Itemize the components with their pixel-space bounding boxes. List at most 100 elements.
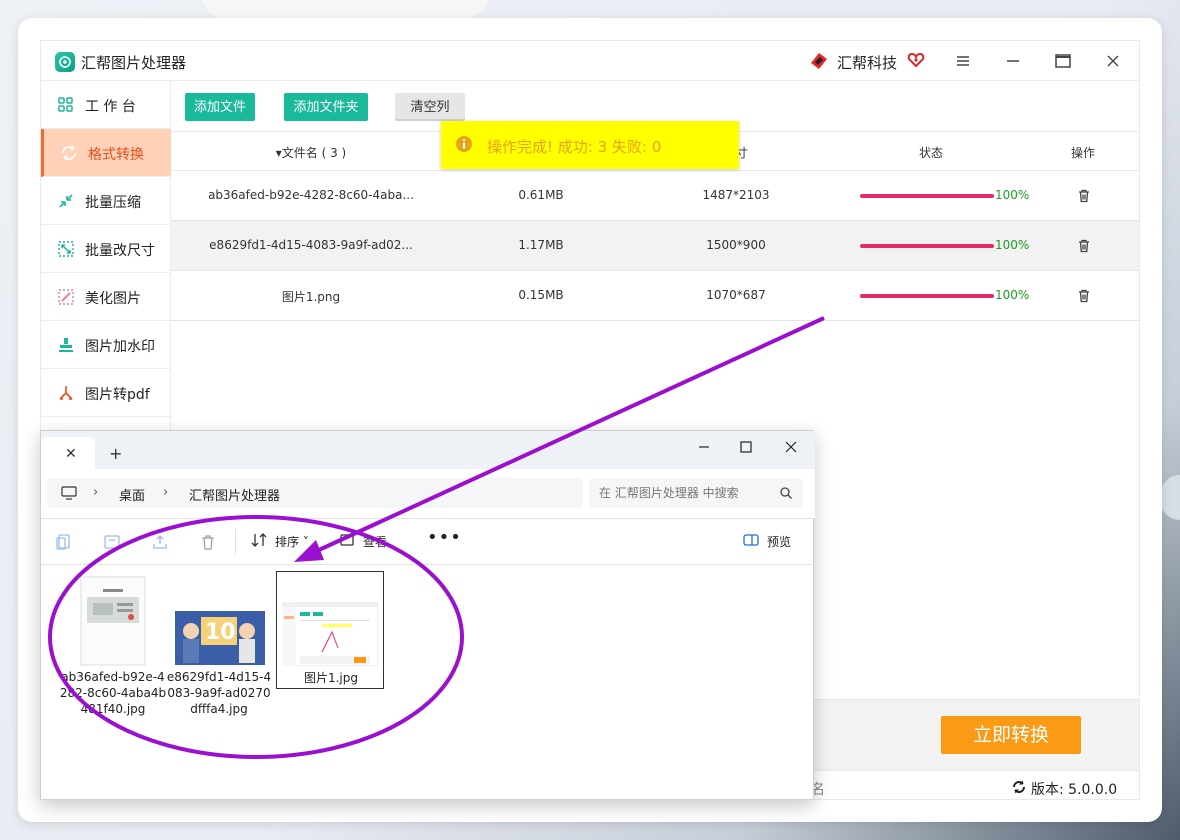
file-size-cell: 1.17MB	[518, 238, 564, 252]
resize-icon	[58, 241, 74, 257]
address-box[interactable]: › 桌面 › 汇帮图片处理器	[47, 478, 583, 508]
sidebar-item-label: 批量改尺寸	[85, 243, 155, 259]
file-size-cell: 0.15MB	[518, 288, 564, 302]
convert-icon	[62, 145, 76, 161]
file-thumbnail	[282, 602, 378, 666]
explorer-toolbar: 排序 ˅ 查看 ••• 预览	[41, 519, 815, 565]
search-icon	[780, 487, 792, 499]
preview-button[interactable]: 预览	[743, 533, 792, 550]
refresh-icon[interactable]	[1011, 779, 1027, 795]
progress-percent: 100%	[995, 238, 1030, 252]
computer-icon	[61, 486, 77, 500]
version-text: 版本: 5.0.0.0	[1031, 782, 1118, 798]
sort-label: 排序	[275, 535, 300, 549]
delete-icon[interactable]	[199, 533, 217, 551]
chevron-right-icon: ›	[93, 485, 99, 500]
progress-percent: 100%	[995, 288, 1030, 302]
rename-icon[interactable]	[103, 533, 121, 551]
sidebar-item-label: 美化图片	[85, 291, 141, 307]
progress-percent: 100%	[995, 188, 1030, 202]
file-name: e8629fd1-4d15-4083-9a9f-ad0270dfffa4.jpg	[166, 670, 272, 716]
heart-icon[interactable]	[907, 51, 925, 73]
view-label: 查看	[363, 535, 388, 549]
file-name: 图片1.jpg	[303, 671, 359, 685]
file-item-selected[interactable]: 图片1.jpg	[276, 571, 384, 689]
progress-bar	[860, 244, 994, 248]
app-logo-icon	[55, 52, 75, 72]
more-options-button[interactable]: •••	[427, 527, 462, 548]
beautify-icon	[58, 289, 74, 305]
brand-logo-icon	[807, 49, 831, 77]
file-thumbnail	[80, 576, 146, 666]
breadcrumb-folder[interactable]: 汇帮图片处理器	[189, 485, 280, 504]
file-name-cell: 图片1.png	[281, 290, 341, 304]
progress-bar	[860, 294, 994, 298]
background-shape	[1160, 475, 1180, 520]
file-explorer-window: ✕ + › 桌面 › 汇帮图片处理器 排序 ˅ 查看	[40, 430, 815, 801]
header-file-name[interactable]: ▾文件名 ( 3 )	[231, 144, 391, 161]
background-shape	[200, 0, 490, 20]
sidebar-item-to-pdf[interactable]: 图片转pdf	[41, 369, 171, 417]
explorer-address-bar: › 桌面 › 汇帮图片处理器	[41, 469, 815, 519]
file-dimensions-cell: 1487*2103	[702, 188, 770, 202]
explorer-search[interactable]	[589, 478, 803, 508]
success-toast: 操作完成! 成功: 3 失败: 0	[441, 121, 739, 169]
file-dimensions-cell: 1500*900	[706, 238, 766, 252]
view-button[interactable]: 查看	[340, 533, 388, 550]
close-tab-icon[interactable]: ✕	[65, 446, 77, 462]
file-name-cell: ab36afed-b92e-4282-8c60-4aba...	[208, 188, 414, 202]
sort-icon	[251, 533, 267, 547]
trash-icon[interactable]	[1076, 238, 1092, 254]
new-tab-icon[interactable]: +	[109, 444, 122, 463]
sidebar-item-label: 批量压缩	[85, 195, 141, 211]
sidebar-item-label: 工 作 台	[85, 99, 136, 115]
chevron-right-icon: ›	[163, 485, 169, 500]
preview-label: 预览	[767, 535, 792, 549]
close-button[interactable]	[1103, 51, 1123, 71]
sidebar-item-label: 图片加水印	[85, 339, 155, 355]
sort-button[interactable]: 排序 ˅	[251, 533, 309, 550]
explorer-file-area: ab36afed-b92e-4282-8c60-4aba4b481f40.jpg…	[41, 565, 815, 801]
brand-name: 汇帮科技	[837, 54, 898, 72]
svg-text:10: 10	[205, 620, 236, 645]
file-name-cell: e8629fd1-4d15-4083-9a9f-ad02...	[209, 238, 413, 252]
explorer-tab-strip: ✕ +	[41, 431, 815, 469]
share-icon[interactable]	[151, 533, 169, 551]
progress-bar	[860, 194, 994, 198]
sidebar-item-format-convert[interactable]: 格式转换	[41, 129, 171, 177]
header-action: 操作	[1070, 146, 1095, 160]
convert-now-button[interactable]: 立即转换	[941, 716, 1081, 754]
compress-icon	[59, 194, 73, 208]
sidebar-item-resize[interactable]: 批量改尺寸	[41, 225, 171, 273]
copy-icon[interactable]	[55, 533, 73, 551]
explorer-tab[interactable]: ✕	[41, 437, 95, 469]
sidebar-item-compress[interactable]: 批量压缩	[41, 177, 171, 225]
breadcrumb-desktop[interactable]: 桌面	[119, 485, 145, 504]
view-icon	[340, 534, 354, 546]
clear-list-button[interactable]: 清空列	[395, 93, 465, 121]
sidebar-item-label: 图片转pdf	[85, 387, 150, 403]
toolbar-divider	[235, 529, 236, 555]
maximize-button[interactable]	[1053, 51, 1073, 71]
sidebar-item-label: 格式转换	[88, 147, 144, 163]
explorer-maximize-button[interactable]	[738, 439, 754, 455]
table-row[interactable]: e8629fd1-4d15-4083-9a9f-ad02... 1.17MB 1…	[171, 221, 1139, 271]
trash-icon[interactable]	[1076, 188, 1092, 204]
app-title: 汇帮图片处理器	[81, 54, 187, 72]
table-row[interactable]: 图片1.png 0.15MB 1070*687 100%	[171, 271, 1139, 321]
sidebar-item-workbench[interactable]: 工 作 台	[41, 81, 171, 129]
watermark-icon	[59, 338, 73, 352]
explorer-close-button[interactable]	[783, 439, 799, 455]
table-row[interactable]: ab36afed-b92e-4282-8c60-4aba... 0.61MB 1…	[171, 171, 1139, 221]
minimize-button[interactable]	[1003, 51, 1023, 71]
menu-icon[interactable]	[953, 51, 973, 71]
trash-icon[interactable]	[1076, 288, 1092, 304]
add-file-button[interactable]: 添加文件	[185, 93, 255, 121]
sidebar-item-watermark[interactable]: 图片加水印	[41, 321, 171, 369]
grid-icon	[58, 97, 73, 112]
toast-text: 操作完成! 成功: 3 失败: 0	[487, 138, 662, 156]
sidebar-item-beautify[interactable]: 美化图片	[41, 273, 171, 321]
explorer-minimize-button[interactable]	[696, 439, 712, 455]
search-input[interactable]	[599, 484, 769, 502]
add-folder-button[interactable]: 添加文件夹	[284, 93, 368, 121]
